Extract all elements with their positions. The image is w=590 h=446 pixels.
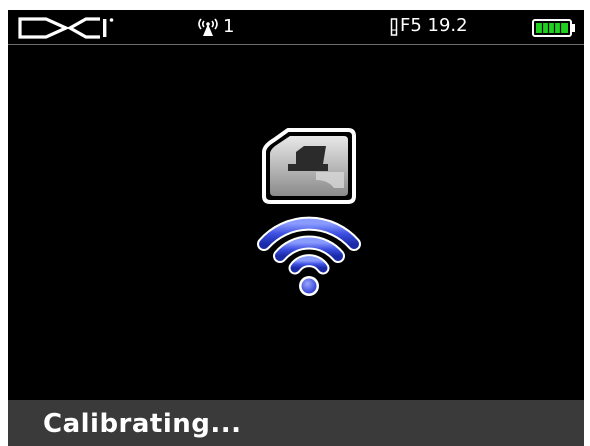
frequency-label: F5 19.2 [400,15,468,36]
frequency-bar-icon [390,18,398,36]
status-bar: Calibrating... [8,400,584,446]
wifi-signal-icon [257,216,361,296]
dci-logo [18,17,114,39]
antenna-signal-icon [198,18,218,36]
device-screen: 1 F5 19.2 Calibrating... [8,10,584,446]
signal-count: 1 [223,16,235,37]
calibration-graphic [257,128,361,296]
status-header: 1 F5 19.2 [8,10,584,45]
battery-fill [536,23,568,33]
transmitter-icon [262,128,356,204]
status-message: Calibrating... [43,409,242,439]
battery-icon [532,19,575,37]
